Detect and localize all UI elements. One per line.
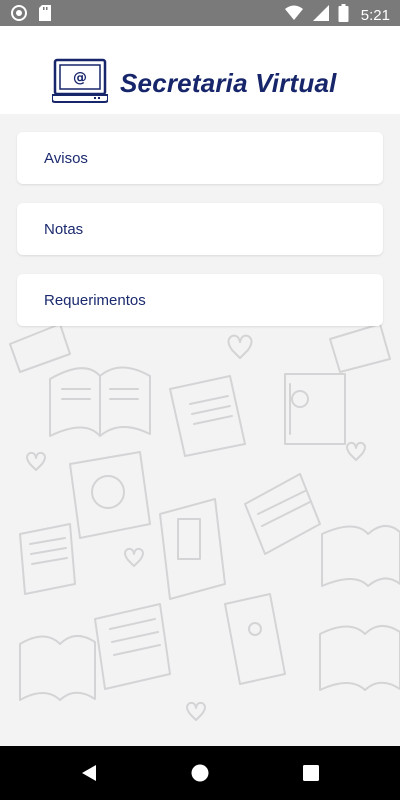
svg-text:@: @ — [73, 70, 87, 86]
system-nav-bar — [0, 746, 400, 800]
menu-item-avisos[interactable]: Avisos — [17, 132, 383, 184]
menu-item-label: Avisos — [44, 149, 88, 167]
back-icon[interactable] — [80, 764, 98, 787]
home-icon[interactable] — [191, 764, 209, 787]
status-time: 5:21 — [360, 7, 390, 24]
app-header: @ Secretaria Virtual — [0, 26, 400, 114]
app-title: Secretaria Virtual — [120, 68, 337, 98]
sd-card-icon — [38, 4, 52, 27]
status-bar: 5:21 — [0, 0, 400, 26]
wifi-icon — [284, 4, 304, 27]
recents-icon[interactable] — [302, 764, 320, 787]
notification-icon — [10, 4, 28, 27]
menu-item-label: Requerimentos — [44, 291, 146, 309]
menu-list: Avisos Notas Requerimentos — [17, 132, 383, 345]
menu-item-notas[interactable]: Notas — [17, 203, 383, 255]
battery-icon — [338, 4, 349, 27]
menu-item-label: Notas — [44, 220, 84, 238]
signal-icon — [312, 4, 330, 27]
menu-item-requerimentos[interactable]: Requerimentos — [17, 274, 383, 326]
laptop-at-icon: @ — [51, 58, 109, 109]
app-logo: @ Secretaria Virtual — [51, 58, 337, 109]
main-content: Avisos Notas Requerimentos — [0, 114, 400, 746]
